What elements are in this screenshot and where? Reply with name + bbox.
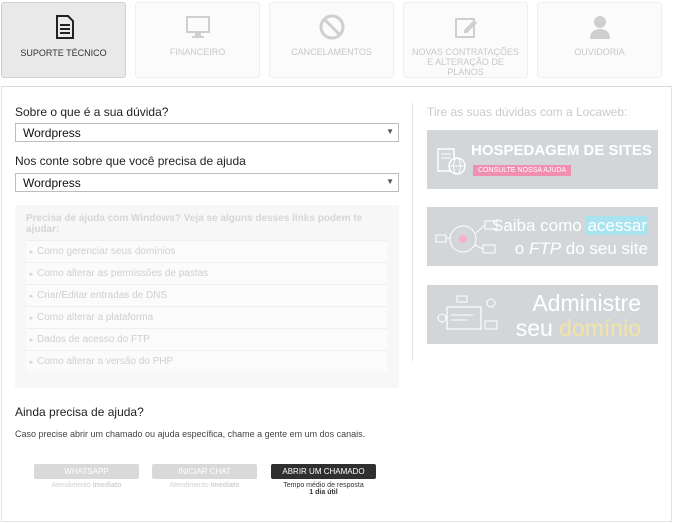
server-globe-icon [437, 148, 466, 175]
edit-icon [454, 18, 477, 38]
banner-ftp[interactable]: Saiba como acessar o FTP do seu site [427, 207, 658, 266]
tab-suporte-tecnico[interactable]: SUPORTE TÉCNICO [1, 2, 126, 78]
banner-dominio-line1: Administre [532, 290, 641, 316]
help-links-box: Precisa de ajuda com Windows? Veja se al… [15, 205, 399, 388]
banner-hospedagem-title: HOSPEDAGEM DE SITES [471, 142, 652, 159]
start-chat-button[interactable]: INICIAR CHAT [152, 464, 257, 479]
chevron-right-icon: ▸ [29, 315, 34, 322]
tab-cancelamentos[interactable]: CANCELAMENTOS [269, 2, 394, 78]
topic-select-value: Wordpress [23, 126, 81, 140]
chevron-down-icon: ▼ [386, 177, 394, 186]
help-intro: Precisa de ajuda com Windows? Veja se al… [26, 213, 363, 235]
user-icon [589, 16, 610, 39]
tab-label: FINANCEIRO [169, 47, 226, 57]
monitor-icon [185, 16, 210, 38]
document-icon [55, 15, 74, 39]
tab-financeiro[interactable]: FINANCEIRO [135, 2, 260, 78]
help-link-text: Criar/Editar entradas de DNS [37, 290, 168, 301]
open-ticket-button[interactable]: ABRIR UM CHAMADO [271, 464, 376, 479]
help-link-text: Como alterar a versão do PHP [37, 356, 174, 367]
column-divider [412, 103, 413, 361]
question-help-label: Nos conte sobre que você precisa de ajud… [15, 154, 246, 168]
chevron-right-icon: ▸ [29, 337, 34, 344]
help-link[interactable]: ▸ Dados de acesso do FTP [26, 328, 387, 350]
tab-novas-contratacoes[interactable]: NOVAS CONTRATAÇÕES E ALTERAÇÃO DE PLANOS [403, 2, 528, 78]
help-select[interactable]: Wordpress ▼ [15, 173, 399, 192]
still-need-help-subtitle: Caso precise abrir um chamado ou ajuda e… [15, 429, 366, 439]
banner-hospedagem-cta: CONSULTE NOSSA AJUDA [473, 165, 572, 176]
tab-label: CANCELAMENTOS [291, 47, 372, 57]
whatsapp-button[interactable]: WHATSAPP [34, 464, 139, 479]
banner-ftp-line2: o FTP do seu site [514, 239, 648, 258]
banner-dominio[interactable]: Administre seu domínio [427, 285, 658, 344]
domain-settings-icon [437, 295, 498, 330]
locaweb-help-title: Tire as suas dúvidas com a Locaweb: [427, 105, 628, 119]
tab-ouvidoria[interactable]: OUVIDORIA [537, 2, 662, 78]
banner-dominio-line2: seu domínio [515, 315, 641, 341]
still-need-help-title: Ainda precisa de ajuda? [15, 405, 144, 419]
ticket-note: Tempo médio de resposta 1 dia útil [283, 482, 364, 496]
help-link-text: Como gerenciar seus domínios [37, 246, 176, 257]
chat-note: Atendimento Imediato [169, 482, 240, 489]
chevron-right-icon: ▸ [29, 293, 34, 300]
whatsapp-note: Atendimento Imediato [51, 482, 122, 489]
help-link[interactable]: ▸ Como gerenciar seus domínios [26, 240, 387, 262]
tab-label: OUVIDORIA [574, 47, 625, 57]
banner-hospedagem[interactable]: HOSPEDAGEM DE SITES CONSULTE NOSSA AJUDA [427, 130, 658, 189]
help-links-list: ▸ Como gerenciar seus domínios ▸ Como alte… [26, 240, 387, 372]
cancel-icon [319, 14, 344, 40]
chevron-right-icon: ▸ [29, 271, 34, 278]
help-link-text: Como alterar as permissões de pastas [37, 268, 209, 279]
topic-select[interactable]: Wordpress ▼ [15, 123, 399, 142]
banner-ftp-line1: Saiba como acessar [491, 216, 648, 235]
chevron-down-icon: ▼ [386, 127, 394, 136]
help-select-value: Wordpress [23, 176, 81, 190]
help-link[interactable]: ▸ Criar/Editar entradas de DNS [26, 284, 387, 306]
tab-label: SUPORTE TÉCNICO [20, 48, 107, 58]
question-topic-label: Sobre o que é a sua dúvida? [15, 105, 169, 119]
help-link[interactable]: ▸ Como alterar a plataforma [26, 306, 387, 328]
help-link[interactable]: ▸ Como alterar as permissões de pastas [26, 262, 387, 284]
tab-label: NOVAS CONTRATAÇÕES E ALTERAÇÃO DE PLANOS [411, 47, 519, 77]
chevron-right-icon: ▸ [29, 359, 34, 366]
help-link-text: Dados de acesso do FTP [37, 334, 150, 345]
help-link-text: Como alterar a plataforma [37, 312, 154, 323]
chevron-right-icon: ▸ [29, 249, 34, 256]
help-link[interactable]: ▸ Como alterar a versão do PHP [26, 350, 387, 372]
category-tabs: SUPORTE TÉCNICO FINANCEIRO CANCELAMENTOS… [0, 0, 673, 80]
